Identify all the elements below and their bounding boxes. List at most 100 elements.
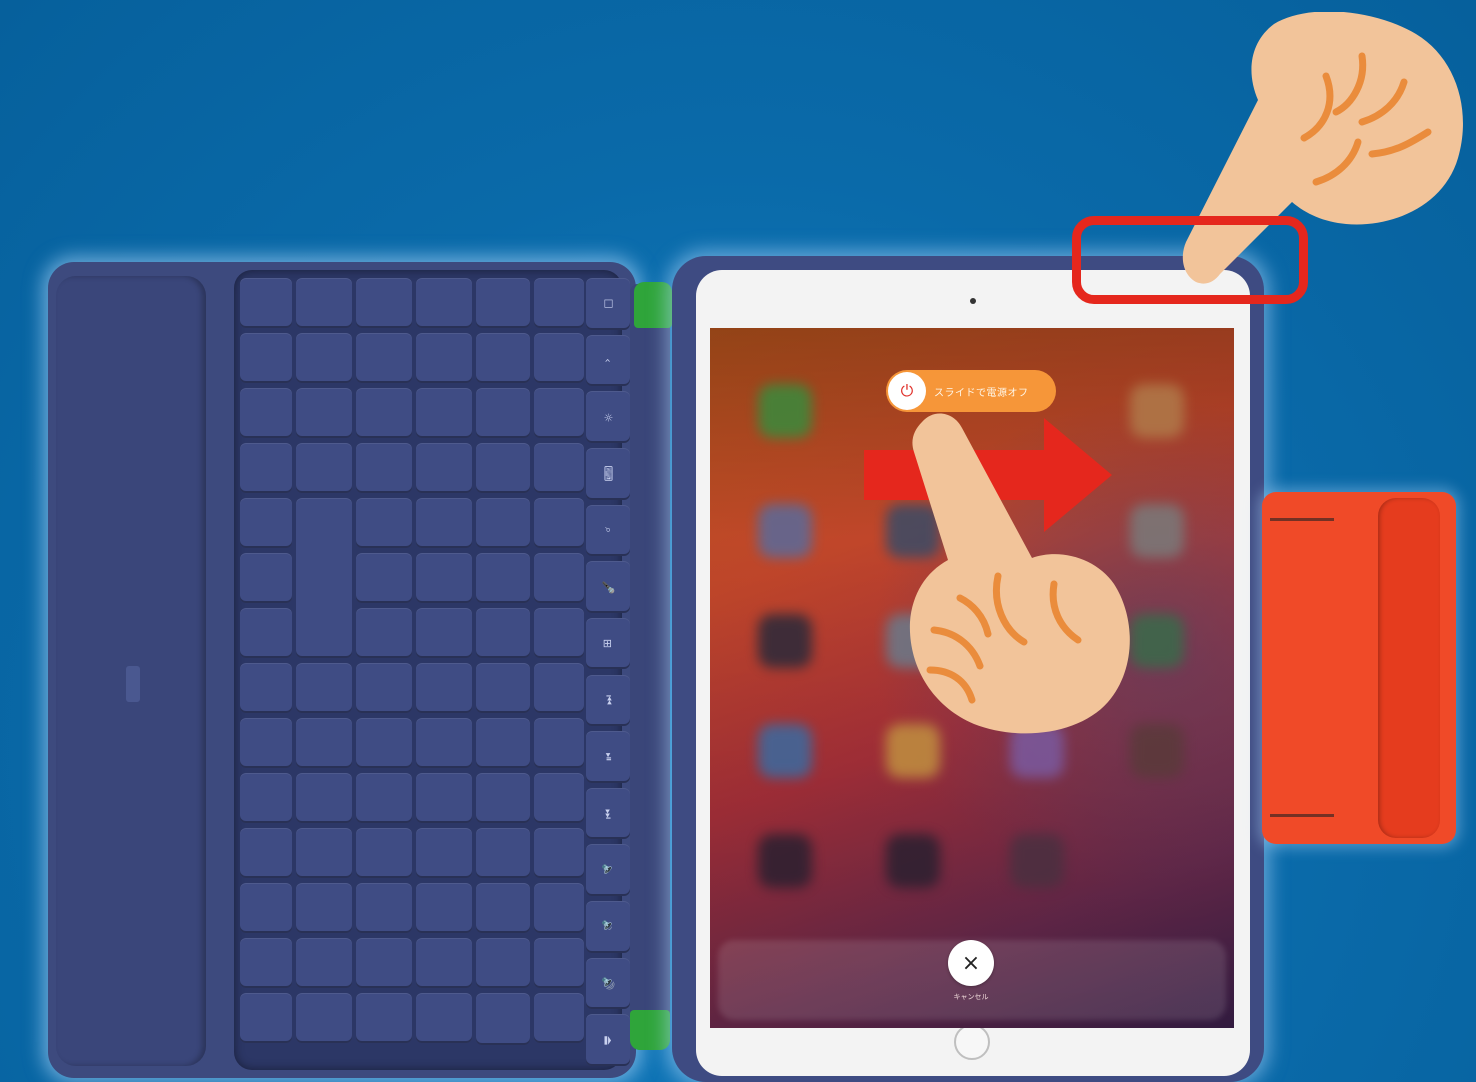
keyboard-key[interactable] bbox=[356, 993, 412, 1043]
keyboard-key[interactable] bbox=[356, 663, 412, 713]
keyboard-key[interactable] bbox=[296, 938, 352, 988]
keyboard-key[interactable] bbox=[240, 938, 292, 988]
keyboard-key[interactable] bbox=[240, 993, 292, 1043]
keyboard-key[interactable] bbox=[416, 663, 472, 713]
keyboard-key[interactable]: ⏏ bbox=[586, 1014, 630, 1066]
keyboard-key[interactable] bbox=[296, 388, 352, 438]
home-button[interactable] bbox=[954, 1024, 990, 1060]
keyboard-key[interactable]: 🔉 bbox=[586, 901, 630, 953]
keyboard-key[interactable] bbox=[534, 773, 584, 823]
keyboard-key[interactable] bbox=[416, 278, 472, 328]
keyboard-key[interactable] bbox=[534, 443, 584, 493]
keyboard-key[interactable] bbox=[416, 333, 472, 383]
keyboard-key[interactable] bbox=[476, 388, 530, 438]
keyboard-key[interactable] bbox=[240, 663, 292, 713]
keyboard-key[interactable] bbox=[356, 333, 412, 383]
keyboard-key[interactable] bbox=[534, 718, 584, 768]
keyboard-key[interactable] bbox=[356, 498, 412, 548]
keyboard-key[interactable] bbox=[476, 443, 530, 493]
cancel-button[interactable]: × bbox=[948, 940, 994, 986]
keyboard-key[interactable] bbox=[240, 828, 292, 878]
keyboard-key[interactable] bbox=[476, 773, 530, 823]
keyboard-key[interactable] bbox=[416, 388, 472, 438]
keyboard-key[interactable]: ⌨ bbox=[586, 447, 630, 500]
keyboard-key[interactable] bbox=[416, 498, 472, 548]
keyboard-key[interactable]: ⏭ bbox=[586, 787, 630, 840]
keyboard-key[interactable] bbox=[240, 883, 292, 933]
keyboard-key[interactable] bbox=[534, 608, 584, 658]
keyboard-key[interactable] bbox=[356, 828, 412, 878]
keyboard-key[interactable] bbox=[296, 773, 352, 823]
keyboard-key[interactable] bbox=[534, 883, 584, 933]
keyboard-key[interactable] bbox=[356, 388, 412, 438]
keyboard-key[interactable] bbox=[416, 773, 472, 823]
keyboard-key[interactable] bbox=[240, 278, 292, 328]
keyboard-key[interactable] bbox=[476, 278, 530, 328]
keyboard-key[interactable] bbox=[476, 993, 530, 1045]
keyboard-key[interactable] bbox=[296, 993, 352, 1043]
keyboard-key[interactable]: ⏯ bbox=[586, 731, 630, 783]
keyboard-key[interactable] bbox=[240, 608, 292, 658]
keyboard-key[interactable]: ⏮ bbox=[586, 674, 630, 727]
keyboard-key[interactable] bbox=[476, 498, 530, 548]
keyboard-key[interactable] bbox=[476, 333, 530, 383]
keyboard-key[interactable]: ‹ bbox=[586, 334, 630, 387]
keyboard-key[interactable]: ⊞ bbox=[586, 617, 630, 670]
keyboard-key[interactable] bbox=[416, 443, 472, 493]
keyboard-key[interactable] bbox=[356, 773, 412, 823]
keyboard-key[interactable] bbox=[356, 443, 412, 493]
keyboard-key[interactable] bbox=[416, 828, 472, 878]
keyboard-key[interactable] bbox=[356, 718, 412, 768]
keyboard-key[interactable] bbox=[534, 663, 584, 713]
keyboard-key[interactable] bbox=[356, 938, 412, 988]
power-off-slider[interactable]: ⏻ スライドで電源オフ bbox=[886, 370, 1056, 412]
keyboard-key[interactable] bbox=[534, 388, 584, 438]
keyboard-key[interactable] bbox=[240, 333, 292, 383]
keyboard-key[interactable] bbox=[534, 333, 584, 383]
keyboard-key[interactable] bbox=[356, 608, 412, 658]
keyboard-key[interactable] bbox=[240, 388, 292, 438]
keyboard-key[interactable] bbox=[296, 498, 352, 658]
keyboard-key[interactable] bbox=[356, 883, 412, 933]
keyboard-key[interactable]: ☐ bbox=[586, 278, 630, 330]
keyboard-key[interactable] bbox=[416, 553, 472, 603]
keyboard-key[interactable] bbox=[296, 333, 352, 383]
keyboard-key[interactable] bbox=[296, 718, 352, 768]
keyboard-key[interactable] bbox=[416, 883, 472, 933]
keyboard-key[interactable] bbox=[296, 828, 352, 878]
keyboard-key[interactable]: 🔊 bbox=[586, 957, 630, 1010]
keyboard-key[interactable] bbox=[534, 278, 584, 328]
keyboard-key[interactable]: 🔈 bbox=[586, 844, 630, 897]
keyboard-key[interactable] bbox=[416, 718, 472, 768]
power-icon[interactable]: ⏻ bbox=[888, 372, 926, 410]
keyboard-key[interactable] bbox=[296, 663, 352, 713]
keyboard-key[interactable] bbox=[476, 883, 530, 933]
keyboard-key[interactable] bbox=[534, 993, 584, 1043]
keyboard-key[interactable] bbox=[240, 773, 292, 823]
keyboard-key[interactable] bbox=[240, 718, 292, 768]
keyboard-key[interactable] bbox=[476, 553, 530, 603]
keyboard-key[interactable] bbox=[296, 883, 352, 933]
keyboard-key[interactable] bbox=[296, 278, 352, 328]
keyboard-key[interactable] bbox=[416, 993, 472, 1043]
keyboard-key[interactable] bbox=[476, 938, 530, 988]
keyboard-key[interactable] bbox=[476, 828, 530, 878]
keyboard-key[interactable] bbox=[416, 608, 472, 658]
keyboard-key[interactable] bbox=[476, 718, 530, 768]
keyboard-key[interactable]: 🎤 bbox=[586, 561, 630, 613]
keyboard-key[interactable] bbox=[534, 828, 584, 878]
keyboard-key[interactable] bbox=[240, 498, 292, 548]
keyboard-key[interactable] bbox=[534, 553, 584, 603]
keyboard-key[interactable]: ☼ bbox=[586, 391, 630, 443]
keyboard-key[interactable] bbox=[416, 938, 472, 988]
keyboard-key[interactable] bbox=[534, 498, 584, 548]
keyboard-key[interactable] bbox=[240, 553, 292, 603]
keyboard-key[interactable] bbox=[534, 938, 584, 988]
keyboard-key[interactable] bbox=[356, 278, 412, 328]
keyboard-key[interactable] bbox=[296, 443, 352, 493]
keyboard-key[interactable] bbox=[240, 443, 292, 493]
keyboard-key[interactable] bbox=[476, 608, 530, 658]
keyboard-key[interactable]: ⌕ bbox=[586, 504, 630, 557]
keyboard-key[interactable] bbox=[476, 663, 530, 713]
keyboard-key[interactable] bbox=[356, 553, 412, 603]
